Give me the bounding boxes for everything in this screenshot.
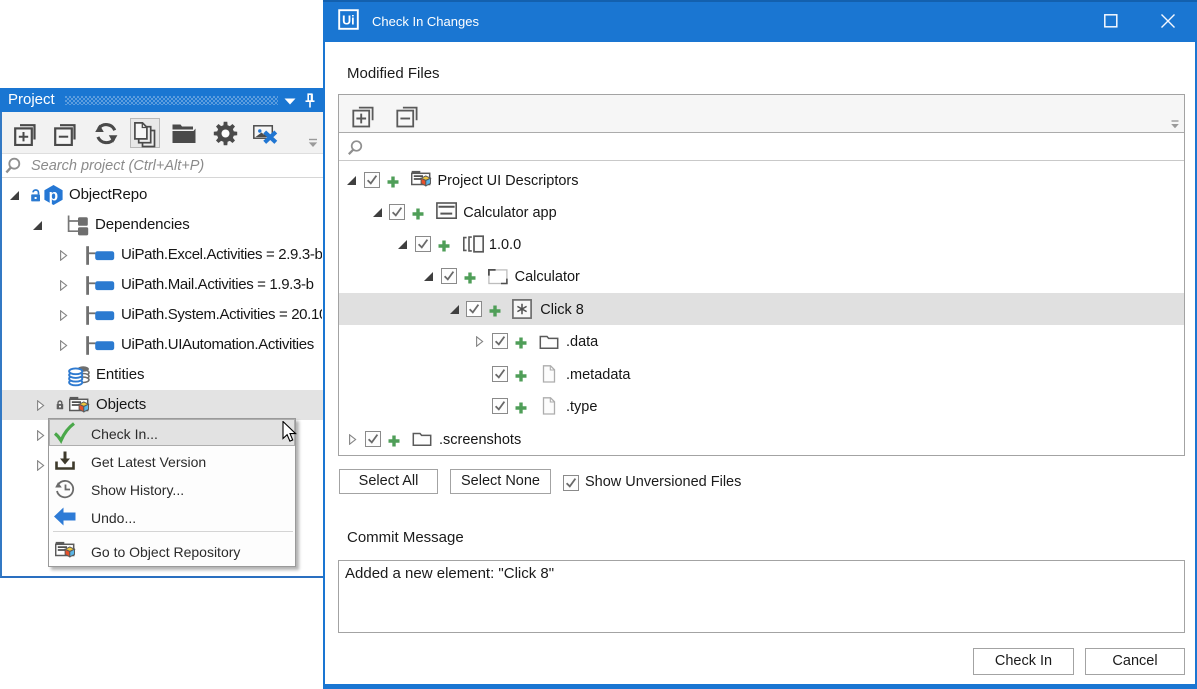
svg-text:p: p — [49, 188, 58, 205]
svg-text:Ui: Ui — [342, 14, 355, 28]
